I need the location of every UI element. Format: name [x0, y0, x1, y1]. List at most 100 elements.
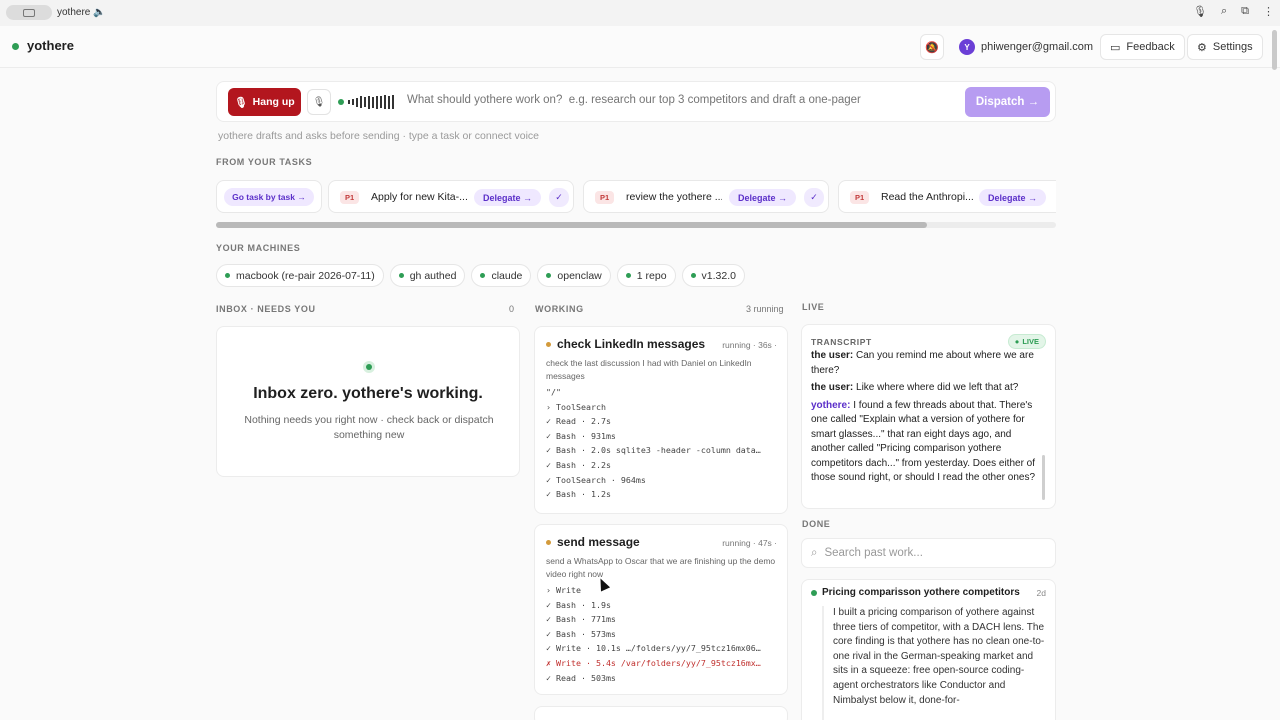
task-prompt-input[interactable]	[407, 94, 957, 106]
go-task-by-task-button[interactable]: Go task by task →	[216, 180, 322, 213]
log-line: ✓ Read · 2.7s	[546, 416, 611, 427]
live-section-label: LIVE	[802, 302, 825, 312]
task-chip[interactable]: P1 Read the Anthropi... Delegate → ✓	[838, 180, 1056, 213]
zoom-icon[interactable]: ⌕	[1221, 5, 1227, 18]
status-dot	[480, 273, 486, 278]
tasks-row: Go task by task → P1 Apply for new Kita-…	[216, 180, 1056, 214]
hang-up-label: Hang up	[252, 96, 295, 108]
priority-badge: P1	[340, 191, 360, 204]
mute-notifications-icon[interactable]: 🔕	[920, 34, 944, 60]
machine-chip[interactable]: v1.32.0	[681, 264, 745, 287]
status-dot	[546, 540, 551, 545]
inbox-subtitle: Nothing needs you right now · check back…	[244, 414, 494, 441]
transcript-line: yothere: I found a few threads about tha…	[811, 399, 1039, 486]
feedback-button[interactable]: ▭ Feedback	[1100, 34, 1185, 60]
machine-label: v1.32.0	[701, 269, 736, 282]
account-menu[interactable]: Y phiwenger@gmail.com	[950, 34, 1102, 60]
done-task-card[interactable]: Pricing comparisson yothere competitors …	[801, 579, 1056, 720]
delegate-button[interactable]: Delegate →	[979, 189, 1047, 206]
machine-chip[interactable]: 1 repo	[616, 264, 676, 287]
voice-live-dot	[338, 99, 344, 105]
log-line: ✓ Write · 10.1s …/folders/yy/7_95tcz16mx…	[546, 643, 761, 654]
speaker: the user:	[811, 350, 854, 361]
gear-icon: ⚙	[1197, 41, 1207, 54]
log-line: ✓ Bash · 2.0s sqlite3 -header -column da…	[546, 445, 761, 456]
log-line: › Write	[546, 585, 581, 595]
feedback-label: Feedback	[1126, 41, 1175, 53]
status-dot	[225, 273, 230, 278]
dispatch-bar: 🎙 Hang up 🎙 Dispatch →	[216, 81, 1056, 122]
log-line: ✓ Bash · 2.2s	[546, 459, 611, 470]
microphone-icon: 🎙	[312, 96, 326, 108]
search-past-work-input[interactable]: ⌕ Search past work...	[801, 538, 1056, 568]
live-badge-text: LIVE	[1022, 337, 1039, 346]
avatar: Y	[959, 39, 975, 55]
settings-label: Settings	[1212, 41, 1253, 53]
tasks-scroll-thumb[interactable]	[216, 222, 927, 228]
transcript-line: the user: Can you remind me about where …	[811, 349, 1039, 378]
working-section-label: WORKING	[535, 304, 584, 314]
speaker: yothere:	[811, 399, 851, 411]
log-line: › ToolSearch	[546, 401, 606, 412]
working-count: 3 running	[746, 304, 784, 314]
audio-waveform	[348, 95, 394, 109]
done-task-title: Pricing comparisson yothere competitors …	[822, 587, 1022, 598]
log-line: ✓ Bash · 771ms	[546, 614, 616, 625]
log-line: ✓ Read · 503ms	[546, 672, 616, 683]
working-task-card[interactable]: send message running · 47s · send a What…	[534, 524, 788, 695]
task-description: send a WhatsApp to Oscar that we are fin…	[546, 556, 776, 579]
dispatch-button[interactable]: Dispatch →	[965, 87, 1050, 117]
machine-chip[interactable]: openclaw	[537, 264, 611, 287]
transcript-line: the user: Like where where did we left t…	[811, 381, 1039, 396]
settings-button[interactable]: ⚙ Settings	[1187, 34, 1263, 60]
brand-name[interactable]: yothere	[27, 38, 74, 53]
more-menu-icon[interactable]: ⋮	[1263, 5, 1274, 18]
working-task-card[interactable]: check LinkedIn messages running · 36s · …	[534, 326, 788, 514]
log-line: ✓ Bash · 1.9s	[546, 599, 611, 610]
machine-chip[interactable]: claude	[471, 264, 532, 287]
inbox-section-label: INBOX · NEEDS YOU	[216, 304, 316, 314]
log-line-error: ✗ Write · 5.4s /var/folders/yy/7_95tcz16…	[546, 657, 761, 668]
done-section-label: DONE	[802, 519, 831, 529]
task-status: running · 36s ·	[722, 340, 777, 350]
machine-chip[interactable]: macbook (re-pair 2026-07-11)	[216, 264, 384, 287]
log-line: ✓ ToolSearch · 964ms	[546, 474, 646, 485]
machine-label: claude	[491, 269, 523, 282]
complete-task-button[interactable]: ✓	[804, 188, 824, 207]
page-scrollbar[interactable]	[1272, 30, 1277, 70]
tasks-scrollbar[interactable]	[216, 222, 1056, 228]
search-icon: ⌕	[811, 546, 818, 559]
machine-label: 1 repo	[636, 269, 667, 282]
transcript-panel: TRANSCRIPT ● LIVE the user: Can you remi…	[801, 324, 1056, 509]
priority-badge: P1	[595, 191, 615, 204]
status-dot	[625, 273, 631, 278]
task-description: check the last discussion I had with Dan…	[546, 358, 752, 381]
mic-settings-button[interactable]: 🎙	[307, 89, 331, 115]
task-name: Apply for new Kita-...	[371, 191, 467, 203]
microphone-icon: 🎙	[234, 96, 248, 109]
complete-task-button[interactable]: ✓	[549, 188, 569, 207]
transcript-label: TRANSCRIPT	[811, 337, 872, 347]
delegate-button[interactable]: Delegate →	[474, 189, 542, 206]
working-task-card[interactable]	[534, 706, 788, 720]
delegate-button[interactable]: Delegate →	[729, 189, 797, 206]
task-name: review the yothere ...	[626, 191, 722, 203]
transcript-scrollbar[interactable]	[1042, 455, 1045, 500]
hang-up-button[interactable]: 🎙 Hang up	[228, 88, 301, 116]
inbox-empty-state: Inbox zero. yothere's working. Nothing n…	[216, 326, 520, 477]
speaker: the user:	[811, 382, 854, 393]
task-chip[interactable]: P1 review the yothere ... Delegate → ✓	[583, 180, 829, 213]
machine-chip[interactable]: gh authed	[389, 264, 466, 287]
machine-label: gh authed	[409, 269, 457, 282]
task-chip[interactable]: P1 Apply for new Kita-... Delegate → ✓	[328, 180, 574, 213]
app-header: yothere 🔕 Y phiwenger@gmail.com ▭ Feedba…	[0, 26, 1280, 68]
microphone-icon[interactable]: 🎙	[1193, 5, 1207, 18]
browser-actions: 🎙 ⌕ ⧉ ⋮	[1193, 5, 1274, 18]
sidebar-toggle-icon[interactable]	[6, 5, 52, 20]
status-dot	[398, 273, 404, 278]
browser-chrome: yothere 🔈 🎙 ⌕ ⧉ ⋮	[0, 0, 1280, 26]
task-status: running · 47s ·	[722, 538, 777, 548]
extensions-icon[interactable]: ⧉	[1241, 5, 1249, 18]
transcript-body[interactable]: the user: Can you remind me about where …	[811, 350, 1039, 489]
browser-tab-title[interactable]: yothere 🔈	[57, 7, 106, 18]
